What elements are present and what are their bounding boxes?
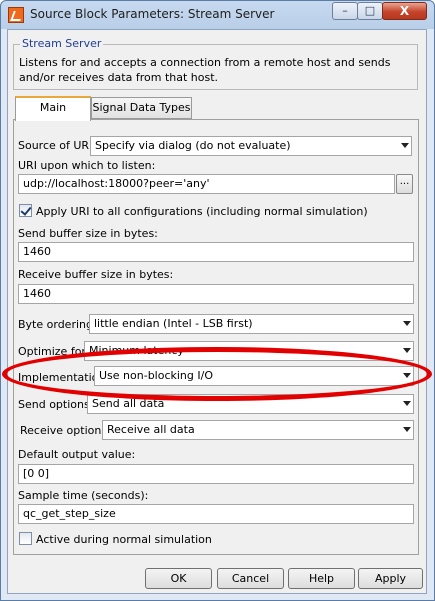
ok-button[interactable]: OK [145, 568, 212, 589]
source-of-uri-select[interactable]: Specify via dialog (do not evaluate) [90, 136, 412, 156]
chevron-down-icon [403, 373, 411, 378]
cancel-button[interactable]: Cancel [217, 568, 284, 589]
optimize-for-label: Optimize for: [18, 345, 90, 358]
default-output-input[interactable]: [0 0] [18, 464, 414, 484]
byte-ordering-value: little endian (Intel - LSB first) [94, 317, 253, 330]
send-options-select[interactable]: Send all data [87, 394, 414, 414]
send-buffer-label: Send buffer size in bytes: [18, 227, 158, 240]
chevron-down-icon [403, 321, 411, 326]
receive-buffer-label: Receive buffer size in bytes: [18, 268, 174, 281]
tab-main[interactable]: Main [15, 96, 91, 121]
chevron-down-icon [403, 348, 411, 353]
title-bar[interactable]: Source Block Parameters: Stream Server –… [1, 1, 434, 29]
window-title: Source Block Parameters: Stream Server [30, 7, 275, 21]
description-text: Listens for and accepts a connection fro… [19, 56, 391, 84]
main-tab-panel: Source of URI: Specify via dialog (do no… [13, 119, 419, 555]
implementation-value: Use non-blocking I/O [99, 369, 213, 382]
description-group: Stream Server Listens for and accepts a … [13, 37, 418, 90]
maximize-button[interactable]: □ [357, 2, 383, 20]
description-heading: Stream Server [20, 37, 104, 50]
chevron-down-icon [403, 401, 411, 406]
active-normal-sim-checkbox[interactable] [19, 532, 32, 545]
chevron-down-icon [401, 143, 409, 148]
minimize-button[interactable]: – [332, 2, 358, 20]
optimize-for-select[interactable]: Minimum latency [84, 341, 414, 361]
sample-time-label: Sample time (seconds): [18, 489, 149, 502]
send-buffer-input[interactable]: 1460 [18, 242, 414, 262]
tab-signal-data-types[interactable]: Signal Data Types [91, 97, 192, 119]
send-options-value: Send all data [92, 397, 165, 410]
simulink-block-icon [8, 7, 24, 23]
receive-options-select[interactable]: Receive all data [102, 420, 414, 440]
help-button[interactable]: Help [288, 568, 355, 589]
source-of-uri-label: Source of URI: [18, 139, 97, 152]
source-of-uri-value: Specify via dialog (do not evaluate) [95, 139, 291, 152]
dialog-window: Source Block Parameters: Stream Server –… [0, 0, 435, 601]
sample-time-input[interactable]: qc_get_step_size [18, 504, 414, 524]
dialog-client-area: Stream Server Listens for and accepts a … [7, 29, 427, 594]
receive-options-value: Receive all data [107, 423, 195, 436]
optimize-for-value: Minimum latency [89, 344, 184, 357]
byte-ordering-select[interactable]: little endian (Intel - LSB first) [89, 314, 414, 334]
byte-ordering-label: Byte ordering: [18, 318, 97, 331]
default-output-label: Default output value: [18, 448, 136, 461]
uri-label: URI upon which to listen: [18, 159, 156, 172]
apply-button[interactable]: Apply [358, 568, 423, 589]
active-normal-sim-label: Active during normal simulation [36, 533, 212, 546]
receive-options-label: Receive options: [20, 424, 111, 437]
receive-buffer-input[interactable]: 1460 [18, 284, 414, 304]
apply-uri-checkbox[interactable] [19, 204, 32, 217]
uri-input[interactable]: udp://localhost:18000?peer='any' [18, 174, 395, 194]
apply-uri-label: Apply URI to all configurations (includi… [36, 205, 368, 218]
implementation-select[interactable]: Use non-blocking I/O [94, 366, 414, 386]
close-button[interactable]: X [382, 2, 427, 20]
browse-uri-button[interactable]: ... [396, 174, 413, 194]
send-options-label: Send options: [18, 398, 94, 411]
chevron-down-icon [403, 427, 411, 432]
